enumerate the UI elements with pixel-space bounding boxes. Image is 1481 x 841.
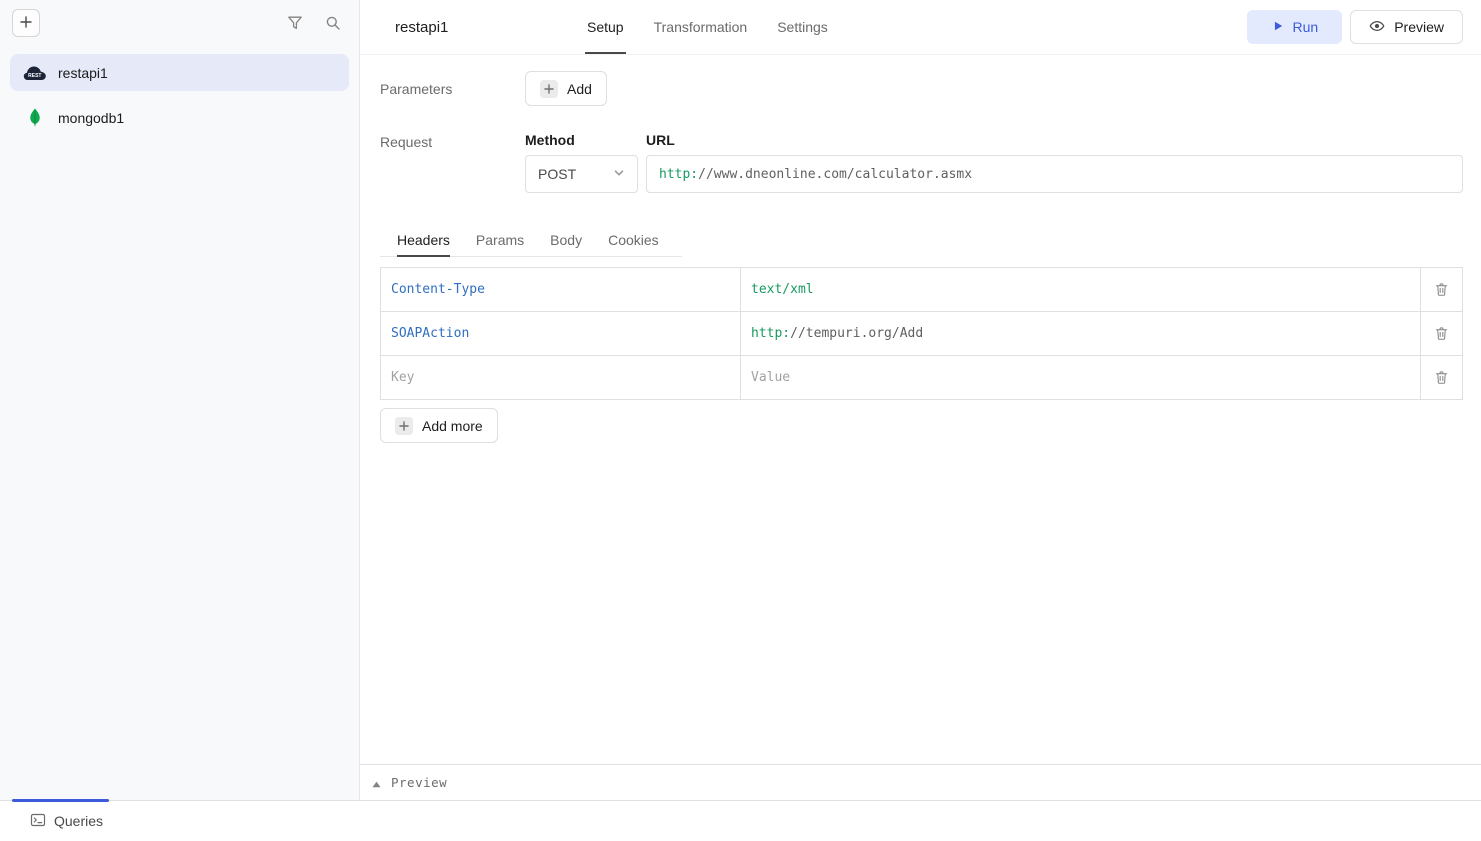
header-key-text: SOAPAction <box>391 326 469 341</box>
setup-panel: Parameters Add Request Method POST <box>360 55 1481 764</box>
response-preview-label: Preview <box>391 775 447 790</box>
request-row: Request Method POST URL <box>380 132 1463 193</box>
queries-tab-label: Queries <box>54 813 103 829</box>
page-title: restapi1 <box>395 19 585 36</box>
sidebar-item-mongodb1[interactable]: mongodb1 <box>10 99 349 136</box>
headers-table: Content-Type text/xml SOAPAction http://… <box>380 267 1463 400</box>
tab-cookies[interactable]: Cookies <box>595 223 672 256</box>
header-value-field[interactable]: http://tempuri.org/Add <box>741 312 1421 356</box>
url-field: URL http://www.dneonline.com/calculator.… <box>646 132 1463 193</box>
header-actions: Run Preview <box>1247 10 1463 44</box>
header-key-field[interactable]: Content-Type <box>381 268 741 312</box>
tab-body[interactable]: Body <box>537 223 595 256</box>
active-tab-indicator <box>12 799 109 802</box>
add-parameter-label: Add <box>567 81 592 97</box>
plus-icon <box>395 417 413 435</box>
preview-button-label: Preview <box>1394 19 1444 35</box>
query-editor: restapi1 Setup Transformation Settings R… <box>360 0 1481 800</box>
tab-headers[interactable]: Headers <box>380 223 463 256</box>
caret-up-icon <box>372 775 381 791</box>
tab-queries[interactable]: Queries <box>0 801 103 841</box>
sidebar-item-restapi1[interactable]: REST restapi1 <box>10 54 349 91</box>
header-value-scheme: http: <box>751 326 790 341</box>
mongodb-leaf-icon <box>22 108 48 127</box>
trash-icon[interactable] <box>1434 326 1449 341</box>
url-scheme: http: <box>659 167 698 182</box>
header-key-field[interactable]: SOAPAction <box>381 312 741 356</box>
request-config-tabs: Headers Params Body Cookies <box>380 223 682 257</box>
header-value-field[interactable] <box>741 356 1421 400</box>
run-button[interactable]: Run <box>1247 10 1343 44</box>
entity-label: restapi1 <box>58 65 108 81</box>
eye-icon <box>1369 18 1385 37</box>
request-fields: Method POST URL http://www.dneonline.com… <box>525 132 1463 193</box>
sidebar-toolbar <box>0 0 359 46</box>
method-select[interactable]: POST <box>525 155 638 193</box>
method-label: Method <box>525 132 638 148</box>
add-query-button[interactable] <box>12 9 40 37</box>
response-preview-bar[interactable]: Preview <box>360 764 1481 800</box>
url-rest: //www.dneonline.com/calculator.asmx <box>698 167 972 182</box>
svg-text:REST: REST <box>28 73 41 79</box>
add-parameter-button[interactable]: Add <box>525 71 607 106</box>
queries-icon <box>30 812 46 831</box>
tab-setup[interactable]: Setup <box>585 0 626 54</box>
editor-tabs: Setup Transformation Settings <box>585 0 830 54</box>
header-key-field[interactable] <box>381 356 741 400</box>
plus-icon <box>19 15 33 32</box>
preview-button[interactable]: Preview <box>1350 10 1463 44</box>
header-value-input[interactable] <box>751 370 1410 385</box>
filter-icon[interactable] <box>283 11 307 35</box>
query-list: REST restapi1 mongodb1 <box>0 46 359 144</box>
run-button-label: Run <box>1293 19 1319 35</box>
tab-settings[interactable]: Settings <box>775 0 830 54</box>
method-value: POST <box>538 166 576 182</box>
delete-row-cell <box>1421 268 1463 312</box>
request-label: Request <box>380 132 525 150</box>
parameters-row: Parameters Add <box>380 71 1463 106</box>
parameters-label: Parameters <box>380 81 525 97</box>
header-value-field[interactable]: text/xml <box>741 268 1421 312</box>
header-key-input[interactable] <box>391 370 730 385</box>
delete-row-cell <box>1421 356 1463 400</box>
search-icon[interactable] <box>321 11 345 35</box>
add-more-button[interactable]: Add more <box>380 408 498 443</box>
app-window: REST restapi1 mongodb1 restapi1 Set <box>0 0 1481 800</box>
header-value-rest: //tempuri.org/Add <box>790 326 923 341</box>
trash-icon[interactable] <box>1434 370 1449 385</box>
delete-row-cell <box>1421 312 1463 356</box>
plus-icon <box>540 80 558 98</box>
method-field: Method POST <box>525 132 638 193</box>
entity-label: mongodb1 <box>58 110 124 126</box>
chevron-down-icon <box>611 165 627 184</box>
header-value-text: text/xml <box>751 282 814 297</box>
bottom-bar: Queries <box>0 800 1481 841</box>
query-header: restapi1 Setup Transformation Settings R… <box>360 0 1481 55</box>
trash-icon[interactable] <box>1434 282 1449 297</box>
rest-api-cloud-icon: REST <box>22 65 48 81</box>
url-input[interactable]: http://www.dneonline.com/calculator.asmx <box>646 155 1463 193</box>
tab-transformation[interactable]: Transformation <box>652 0 750 54</box>
add-more-label: Add more <box>422 418 483 434</box>
header-key-text: Content-Type <box>391 282 485 297</box>
url-label: URL <box>646 132 1463 148</box>
play-icon <box>1271 19 1285 36</box>
sidebar: REST restapi1 mongodb1 <box>0 0 360 800</box>
tab-params[interactable]: Params <box>463 223 537 256</box>
